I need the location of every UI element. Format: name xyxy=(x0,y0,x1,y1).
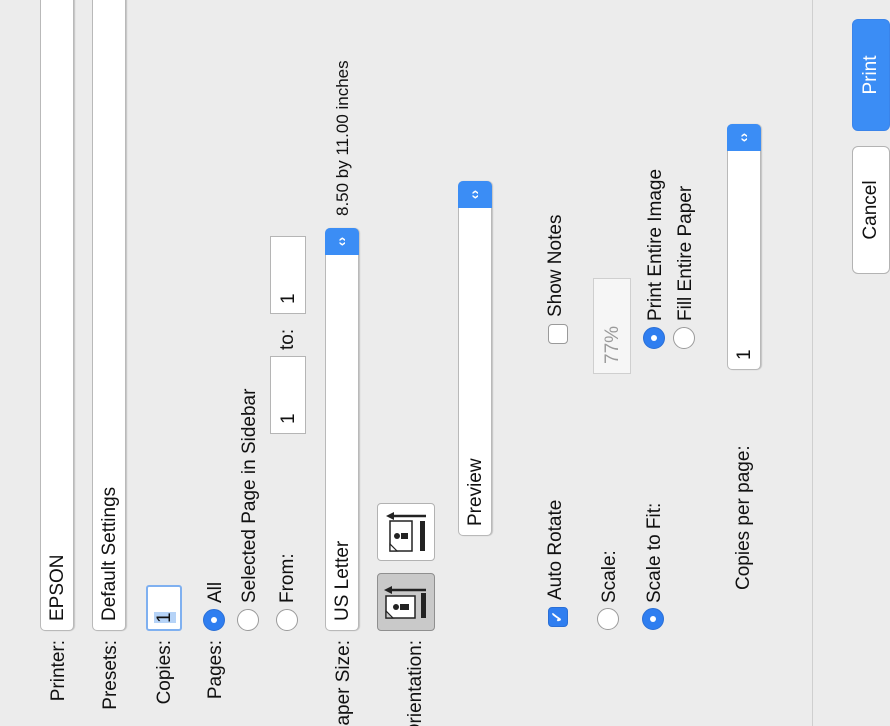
pages-all-label: All xyxy=(205,581,226,603)
pages-to-label: to: xyxy=(277,328,298,350)
section-popup[interactable]: Preview ‹› xyxy=(458,181,492,536)
pages-from-value: 1 xyxy=(278,413,299,424)
printer-value: EPSON xyxy=(47,554,68,621)
presets-popup[interactable]: Default Settings ‹› xyxy=(92,0,126,631)
pages-selected-radio[interactable] xyxy=(237,609,259,631)
copies-label: Copies: xyxy=(154,640,175,705)
paper-size-value: US Letter xyxy=(332,540,353,621)
scale-to-fit-label: Scale to Fit: xyxy=(644,502,665,603)
presets-value: Default Settings xyxy=(99,486,120,621)
fill-entire-paper-radio[interactable] xyxy=(673,327,695,349)
pages-label: Pages: xyxy=(205,640,226,700)
paper-size-label: Paper Size: xyxy=(333,640,354,726)
print-dialog-frame: Printer: EPSON ‹› Presets: Default Setti… xyxy=(0,0,890,726)
popup-arrows-icon: ‹› xyxy=(325,228,359,255)
show-notes-label: Show Notes xyxy=(545,214,566,317)
printer-label: Printer: xyxy=(48,640,69,702)
scale-radio[interactable] xyxy=(597,608,619,630)
landscape-orientation-icon xyxy=(386,512,426,552)
paper-size-popup[interactable]: US Letter ‹› xyxy=(325,228,359,631)
scale-value: 77% xyxy=(602,325,623,364)
pages-from-label: From: xyxy=(277,553,298,603)
print-entire-image-radio[interactable] xyxy=(643,327,665,349)
bottom-divider xyxy=(812,0,813,726)
print-entire-image-label: Print Entire Image xyxy=(645,168,666,321)
auto-rotate-label: Auto Rotate xyxy=(545,499,566,600)
pages-from-field[interactable]: 1 xyxy=(270,356,306,434)
orientation-label: Orientation: xyxy=(405,640,426,726)
print-button[interactable]: Print xyxy=(852,19,890,131)
pages-to-value: 1 xyxy=(278,293,299,304)
pages-range-radio[interactable] xyxy=(276,609,298,631)
paper-dimensions: 8.50 by 11.00 inches xyxy=(333,60,352,216)
portrait-orientation-button[interactable] xyxy=(377,573,435,631)
pages-to-field[interactable]: 1 xyxy=(270,236,306,314)
popup-arrows-icon: ‹› xyxy=(727,124,761,151)
portrait-orientation-icon xyxy=(384,586,426,619)
copies-per-page-label: Copies per page: xyxy=(733,445,754,590)
copies-per-page-value: 1 xyxy=(734,349,755,360)
copies-value: 1 xyxy=(154,612,176,623)
print-dialog: Printer: EPSON ‹› Presets: Default Setti… xyxy=(0,0,890,726)
pages-all-radio[interactable] xyxy=(203,609,225,631)
copies-per-page-popup[interactable]: 1 ‹› xyxy=(727,124,761,370)
cancel-button[interactable]: Cancel xyxy=(852,146,890,274)
copies-field[interactable]: 1 xyxy=(146,585,182,631)
scale-field[interactable]: 77% xyxy=(593,278,631,374)
show-notes-checkbox[interactable] xyxy=(548,324,568,344)
printer-popup[interactable]: EPSON ‹› xyxy=(40,0,74,631)
auto-rotate-checkbox[interactable]: ✓ xyxy=(548,607,568,627)
pages-selected-label: Selected Page in Sidebar xyxy=(239,388,260,603)
presets-label: Presets: xyxy=(100,640,121,710)
landscape-orientation-button[interactable] xyxy=(377,503,435,561)
scale-label: Scale: xyxy=(599,550,620,603)
section-value: Preview xyxy=(465,458,486,526)
fill-entire-paper-label: Fill Entire Paper xyxy=(675,185,696,321)
scale-to-fit-radio[interactable] xyxy=(642,608,664,630)
popup-arrows-icon: ‹› xyxy=(458,181,492,208)
